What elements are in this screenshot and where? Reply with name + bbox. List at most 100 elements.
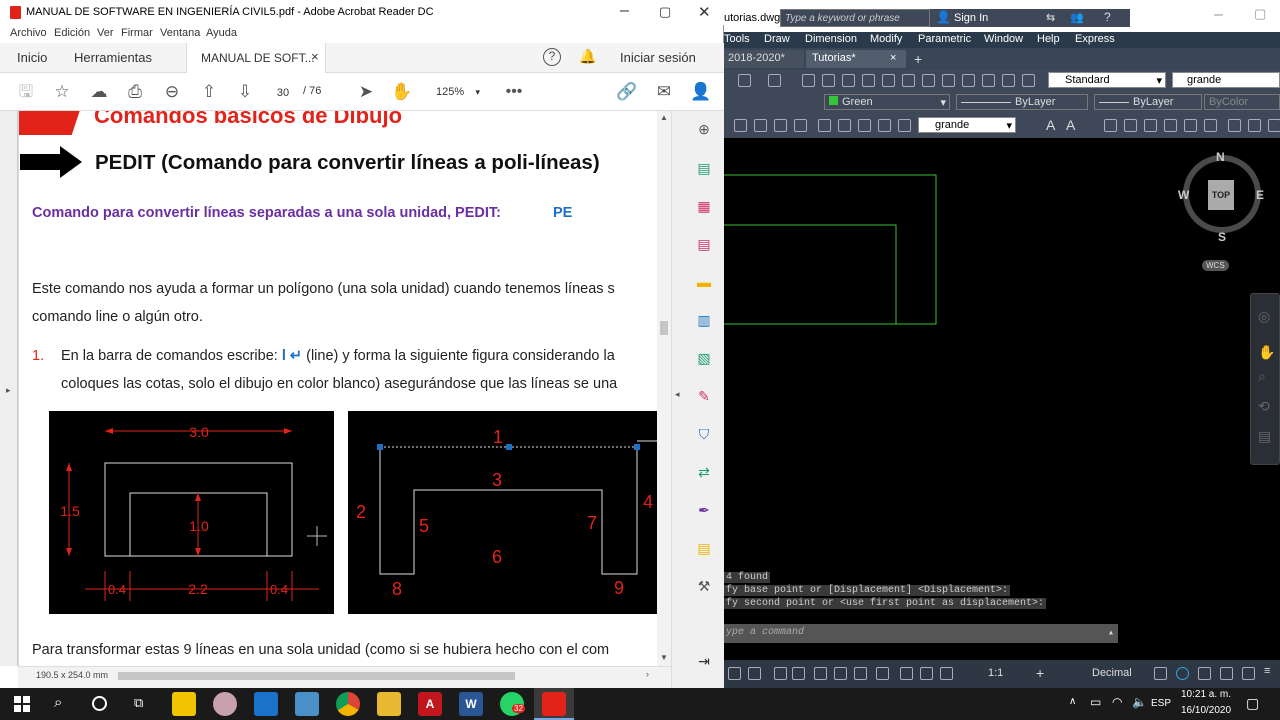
tool-icon[interactable] — [962, 74, 975, 87]
paint-icon[interactable] — [213, 692, 237, 716]
menu-help[interactable]: Help — [1037, 33, 1060, 45]
collapse-pane-icon[interactable]: ◂ — [675, 389, 680, 400]
minimize-icon[interactable]: – — [620, 2, 629, 20]
close-icon[interactable]: × — [311, 49, 319, 64]
otrack-icon[interactable] — [814, 667, 827, 680]
network-icon[interactable]: ▭ — [1090, 695, 1101, 709]
sticky-notes-icon[interactable] — [172, 692, 196, 716]
save-icon[interactable]: 🖫 — [15, 81, 37, 103]
expand-left-icon[interactable]: ▸ — [6, 385, 11, 396]
autocad-signin[interactable]: 👤 Sign In — [930, 9, 1040, 27]
tool-icon[interactable] — [802, 74, 815, 87]
scroll-thumb[interactable] — [118, 672, 515, 680]
autocad-help-area[interactable]: ⇆ 👥 ? — [1040, 9, 1130, 27]
autoscale-icon[interactable] — [940, 667, 953, 680]
quick-properties-icon[interactable] — [1154, 667, 1167, 680]
tool-icon[interactable] — [794, 119, 807, 132]
menu-ventana[interactable]: Ventana — [160, 27, 200, 39]
wifi-icon[interactable]: ◠ — [1112, 695, 1122, 709]
plus-icon[interactable]: + — [1036, 665, 1044, 681]
select-cursor-icon[interactable]: ➤ — [355, 81, 377, 103]
zoom-in-icon[interactable]: ⊕ — [694, 119, 714, 139]
tool-icon[interactable] — [1124, 119, 1137, 132]
notifications-icon[interactable]: ▢ — [1246, 695, 1259, 712]
tool-icon[interactable] — [858, 119, 871, 132]
minimize-icon[interactable]: – — [1214, 6, 1223, 24]
steering-wheel-icon[interactable]: ◎ — [1258, 308, 1270, 325]
tool-icon[interactable] — [1144, 119, 1157, 132]
wcs-menu[interactable]: WCS — [1202, 260, 1229, 271]
vertical-scrollbar[interactable]: ▲ ▼ — [657, 111, 671, 666]
task-view-icon[interactable]: ⧉ — [134, 695, 143, 711]
menu-parametric[interactable]: Parametric — [918, 33, 971, 45]
menu-icon[interactable]: ≡ — [1264, 665, 1270, 677]
tool-icon[interactable] — [1204, 119, 1217, 132]
tab-document[interactable]: MANUAL DE SOFT... × — [186, 43, 326, 73]
chrome-icon[interactable] — [336, 692, 360, 716]
cortana-icon[interactable] — [92, 696, 107, 711]
tool-icon[interactable] — [878, 119, 891, 132]
compass-n[interactable]: N — [1216, 150, 1225, 164]
scroll-right-icon[interactable]: › — [646, 669, 649, 679]
tool-icon[interactable] — [1248, 119, 1261, 132]
polar-icon[interactable] — [748, 667, 761, 680]
tool-icon[interactable] — [1228, 119, 1241, 132]
annotation-scale[interactable]: 1:1 — [988, 667, 1003, 679]
scroll-down-icon[interactable]: ▼ — [660, 653, 668, 662]
tool-icon[interactable] — [754, 119, 767, 132]
clock-time[interactable]: 10:21 a. m. — [1181, 689, 1231, 700]
chevron-up-icon[interactable]: ▴ — [1108, 627, 1114, 639]
language-indicator[interactable]: ESP — [1151, 698, 1171, 709]
zoom-select[interactable]: 125% ▾ — [428, 83, 484, 101]
scroll-thumb[interactable] — [660, 321, 668, 335]
compass-w[interactable]: W — [1178, 188, 1189, 202]
tool-icon[interactable] — [822, 74, 835, 87]
menu-ver[interactable]: Ver — [97, 27, 114, 39]
menu-firmar[interactable]: Firmar — [121, 27, 153, 39]
menu-ayuda[interactable]: Ayuda — [206, 27, 237, 39]
menu-window[interactable]: Window — [984, 33, 1023, 45]
linetype-select[interactable]: ByLayer — [956, 94, 1088, 110]
edit-pdf-icon[interactable]: ▧ — [694, 348, 714, 368]
isodraft-icon[interactable] — [774, 667, 787, 680]
tool-icon[interactable] — [738, 74, 751, 87]
help-icon[interactable] — [1002, 74, 1015, 87]
star-icon[interactable]: ☆ — [51, 81, 73, 103]
bell-icon[interactable]: 🔔 — [579, 48, 596, 65]
fill-sign-icon[interactable]: ✎ — [694, 386, 714, 406]
maximize-icon[interactable]: ▢ — [659, 4, 671, 20]
text-style-select[interactable]: Standard ▾ — [1048, 72, 1166, 88]
menu-edicion[interactable]: Edición — [54, 27, 90, 39]
dim-style-select[interactable]: grande — [1172, 72, 1280, 88]
menu-draw[interactable]: Draw — [764, 33, 790, 45]
tool-icon[interactable] — [734, 119, 747, 132]
ortho-icon[interactable] — [728, 667, 741, 680]
next-page-icon[interactable]: ⇩ — [234, 81, 256, 103]
mail-icon[interactable] — [254, 692, 278, 716]
comment-icon[interactable]: ▬ — [694, 272, 714, 292]
units-select[interactable]: Decimal — [1092, 667, 1132, 679]
export-pdf-icon[interactable]: ▤ — [694, 234, 714, 254]
viewcube-top[interactable]: TOP — [1208, 180, 1234, 210]
viewcube[interactable]: TOP N S E W WCS — [1176, 150, 1266, 271]
tab-herramientas[interactable]: Herramientas — [74, 50, 152, 65]
clock-date[interactable]: 16/10/2020 — [1181, 705, 1231, 716]
lineweight-select[interactable]: ByLayer — [1094, 94, 1202, 110]
file-explorer-icon[interactable] — [377, 692, 401, 716]
acrobat-taskbar-button[interactable] — [534, 688, 574, 720]
tool-icon[interactable] — [818, 119, 831, 132]
command-line-input[interactable]: ype a command ▴ — [724, 624, 1118, 643]
close-icon[interactable]: ✕ — [698, 3, 711, 21]
tool-icon[interactable] — [1164, 119, 1177, 132]
showmotion-icon[interactable]: ▤ — [1258, 428, 1271, 445]
isolate-icon[interactable] — [1176, 667, 1189, 680]
prev-page-icon[interactable]: ⇧ — [198, 81, 220, 103]
tool-icon[interactable] — [942, 74, 955, 87]
tool-icon[interactable] — [1268, 119, 1280, 132]
tool-icon[interactable] — [842, 74, 855, 87]
menu-express[interactable]: Express — [1075, 33, 1115, 45]
chevron-up-icon[interactable]: ∧ — [1069, 696, 1076, 707]
doc-tab-1[interactable]: 2018-2020* — [724, 50, 804, 68]
upload-cloud-icon[interactable]: ☁ — [88, 81, 110, 103]
send-signature-icon[interactable]: ✒ — [694, 500, 714, 520]
